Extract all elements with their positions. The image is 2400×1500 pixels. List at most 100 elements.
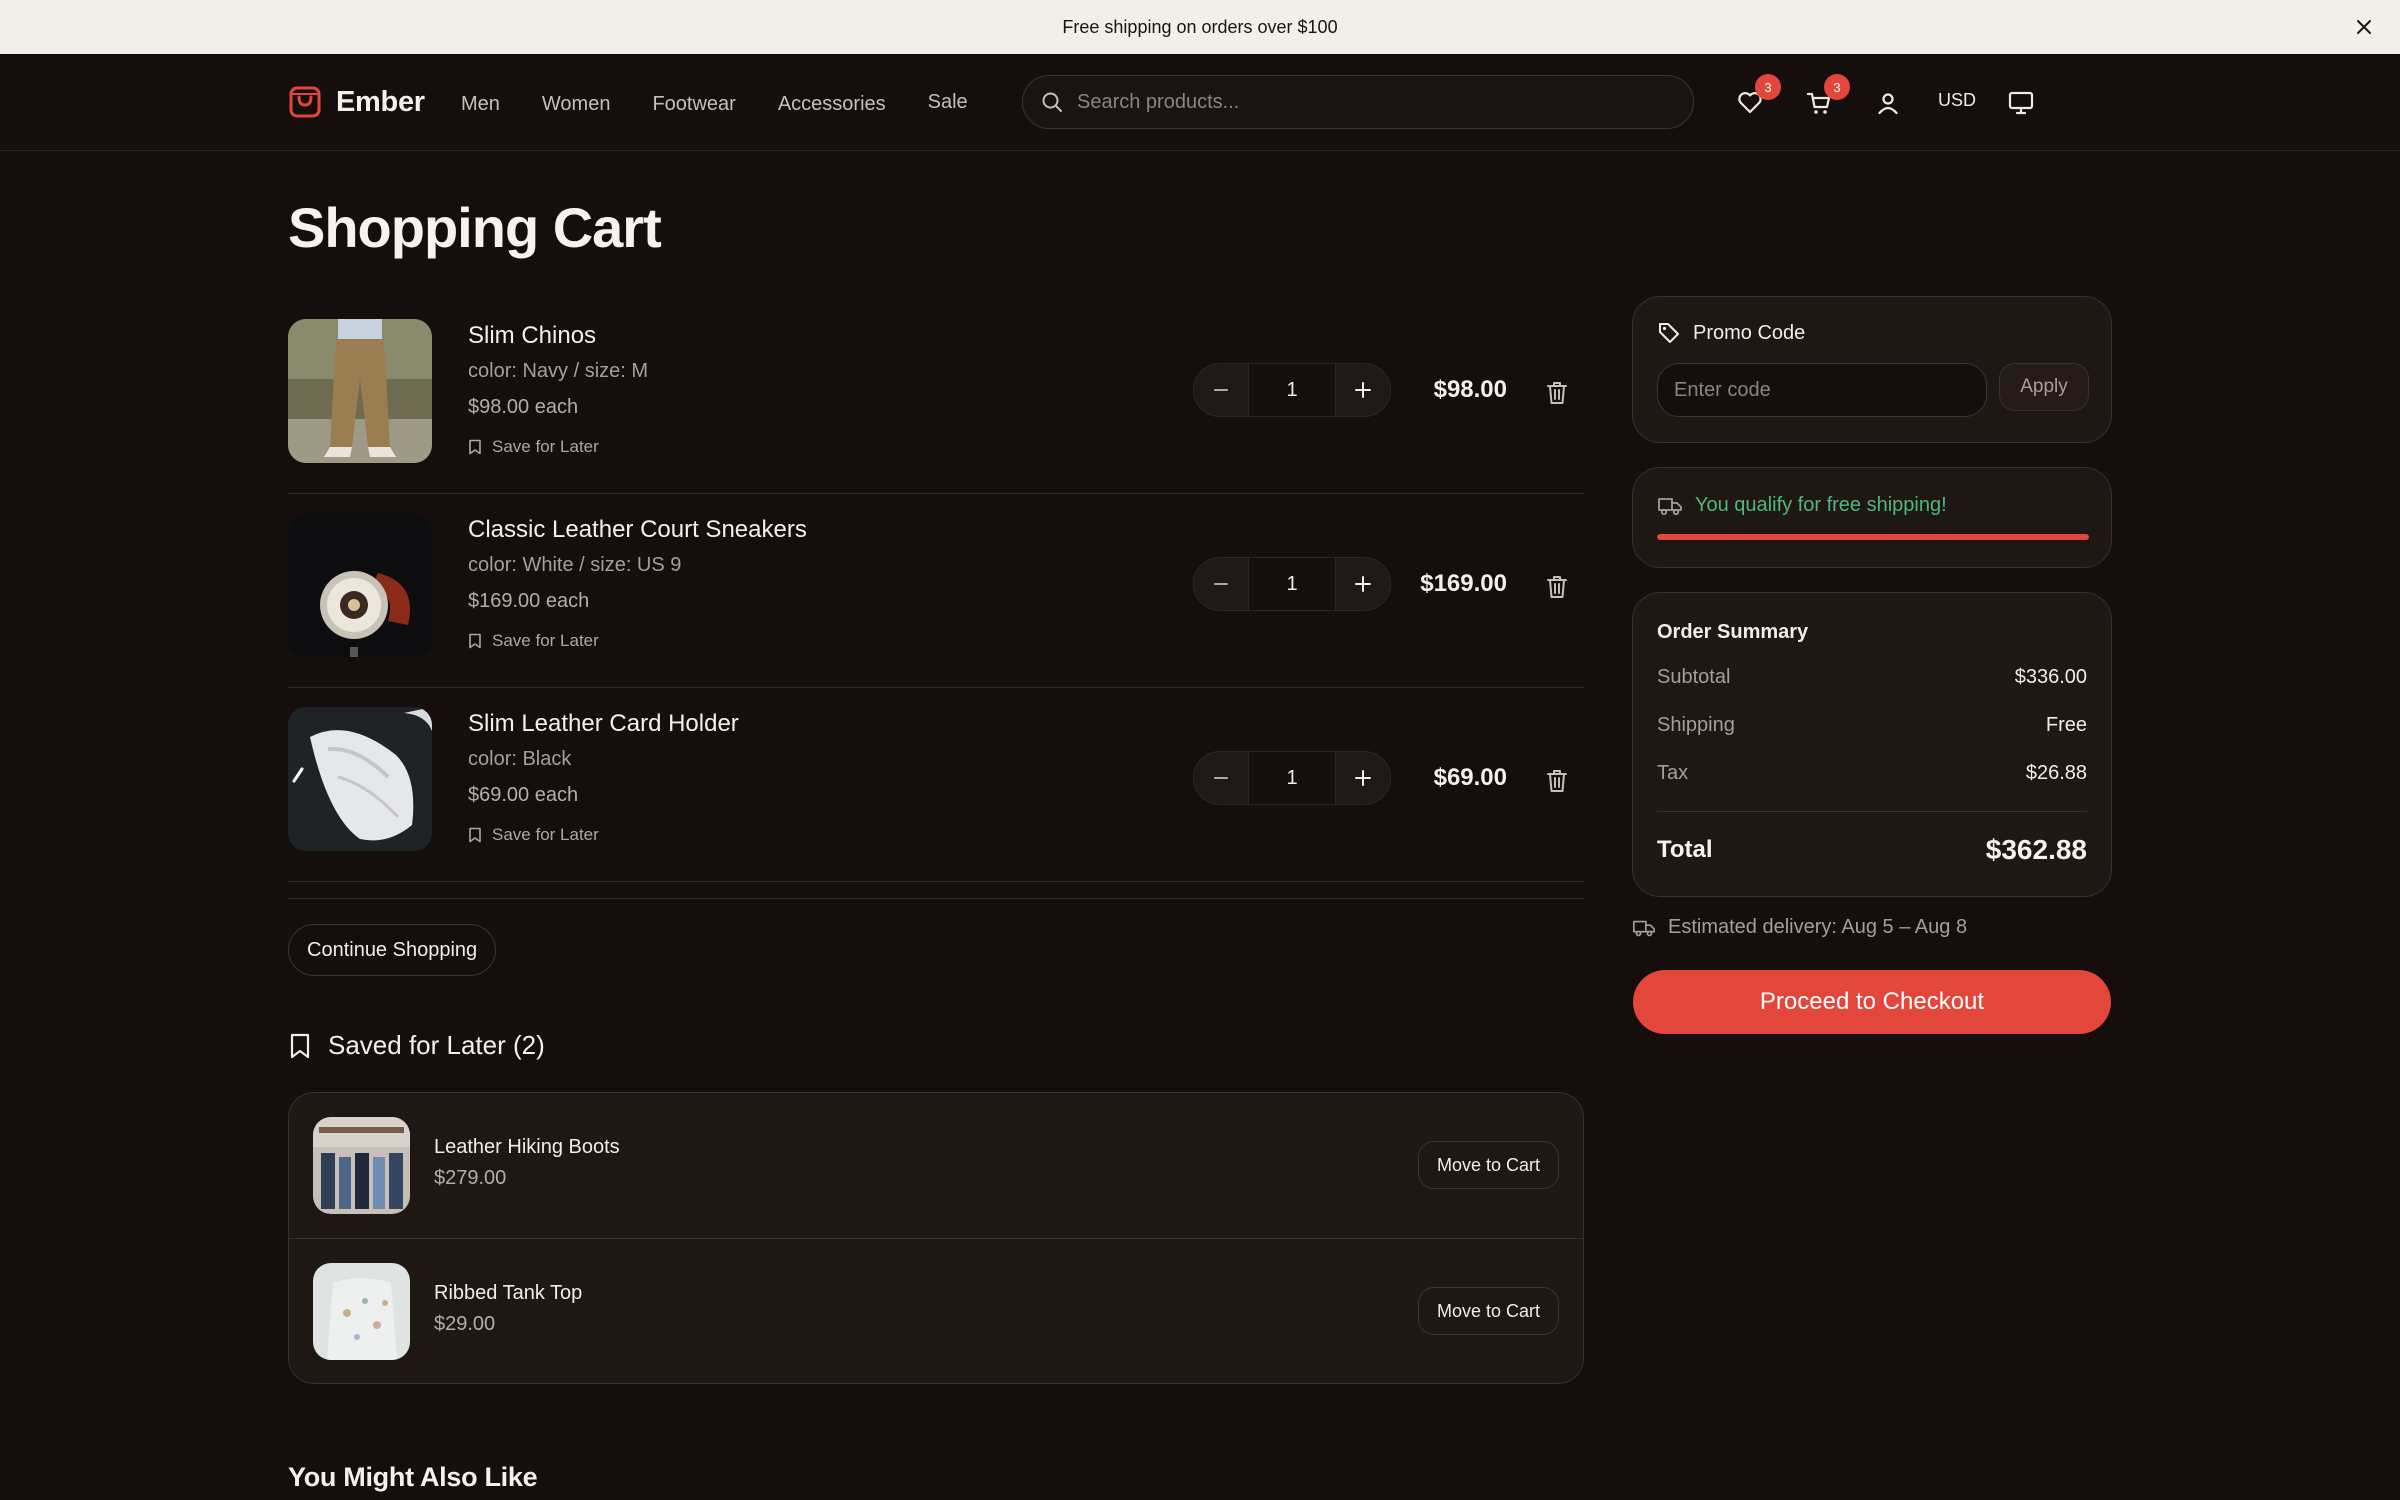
cart-button[interactable]: 3	[1802, 74, 1850, 120]
product-image[interactable]	[288, 513, 432, 657]
wishlist-count-badge: 3	[1755, 74, 1781, 100]
product-image[interactable]	[313, 1117, 410, 1214]
unit-price: $98.00 each	[468, 396, 579, 418]
product-image[interactable]	[288, 707, 432, 851]
quantity-stepper: 1	[1193, 557, 1391, 611]
increase-quantity-button[interactable]	[1335, 363, 1391, 417]
quantity-stepper: 1	[1193, 363, 1391, 417]
nav-item-footwear[interactable]: Footwear	[652, 88, 735, 120]
product-variant: color: White / size: US 9	[468, 554, 682, 576]
promo-code-input[interactable]	[1657, 363, 1987, 417]
tag-icon	[1657, 321, 1681, 345]
product-name[interactable]: Classic Leather Court Sneakers	[468, 516, 807, 544]
save-for-later-label: Save for Later	[492, 631, 599, 650]
unit-price: $69.00 each	[468, 784, 579, 806]
product-image[interactable]	[313, 1263, 410, 1360]
trash-icon	[1543, 573, 1571, 601]
summary-divider	[1657, 811, 2087, 812]
order-summary-title: Order Summary	[1657, 621, 1809, 643]
saved-item-price: $29.00	[434, 1313, 496, 1335]
minus-icon	[1213, 770, 1229, 786]
close-icon[interactable]	[2352, 15, 2376, 39]
cart-list: Slim Chinos color: Navy / size: M $98.00…	[288, 300, 1584, 882]
move-to-cart-button[interactable]: Move to Cart	[1417, 1141, 1559, 1189]
product-name[interactable]: Slim Leather Card Holder	[468, 710, 739, 738]
quantity-value[interactable]: 1	[1249, 557, 1335, 611]
saved-item-name[interactable]: Ribbed Tank Top	[434, 1282, 582, 1305]
save-for-later-button[interactable]: Save for Later	[468, 437, 599, 457]
logo[interactable]: Ember	[288, 84, 425, 120]
user-icon	[1876, 91, 1900, 115]
move-to-cart-button[interactable]: Move to Cart	[1417, 1287, 1559, 1335]
announcement-bar: Free shipping on orders over $100	[0, 0, 2400, 54]
save-for-later-button[interactable]: Save for Later	[468, 825, 599, 845]
minus-icon	[1213, 382, 1229, 398]
saved-item: Ribbed Tank Top $29.00 Move to Cart	[289, 1238, 1583, 1383]
truck-icon	[1632, 918, 1656, 938]
line-total: $169.00	[1420, 570, 1507, 597]
bookmark-icon	[468, 827, 482, 843]
tax-label: Tax	[1657, 762, 1689, 784]
wishlist-button[interactable]: 3	[1733, 74, 1781, 120]
cart-item: Slim Leather Card Holder color: Black $6…	[288, 688, 1584, 882]
decrease-quantity-button[interactable]	[1193, 751, 1249, 805]
decrease-quantity-button[interactable]	[1193, 363, 1249, 417]
save-for-later-button[interactable]: Save for Later	[468, 631, 599, 651]
shipping-label: Shipping	[1657, 714, 1735, 736]
page-title: Shopping Cart	[288, 196, 662, 259]
quantity-value[interactable]: 1	[1249, 363, 1335, 417]
order-summary-card: Order Summary Subtotal $336.00 Shipping …	[1632, 592, 2112, 897]
increase-quantity-button[interactable]	[1335, 557, 1391, 611]
display-toggle-button[interactable]	[2004, 86, 2038, 120]
saved-item-name[interactable]: Leather Hiking Boots	[434, 1136, 620, 1159]
promo-code-card: Promo Code Apply	[1632, 296, 2112, 443]
continue-shopping-button[interactable]: Continue Shopping	[288, 924, 497, 976]
increase-quantity-button[interactable]	[1335, 751, 1391, 805]
cart-item: Classic Leather Court Sneakers color: Wh…	[288, 494, 1584, 688]
product-name[interactable]: Slim Chinos	[468, 322, 596, 350]
decrease-quantity-button[interactable]	[1193, 557, 1249, 611]
shipping-value: Free	[2045, 714, 2087, 736]
shopping-bag-icon	[288, 84, 322, 120]
search-input[interactable]	[1077, 90, 1677, 114]
remove-item-button[interactable]	[1543, 767, 1571, 795]
remove-item-button[interactable]	[1543, 379, 1571, 407]
save-for-later-label: Save for Later	[492, 825, 599, 844]
free-shipping-text: You qualify for free shipping!	[1695, 494, 1947, 516]
remove-item-button[interactable]	[1543, 573, 1571, 601]
shipping-progress-bar	[1657, 534, 2089, 540]
announcement-text: Free shipping on orders over $100	[1062, 16, 1338, 37]
tax-row: Tax $26.88	[1657, 762, 2087, 785]
cart-item: Slim Chinos color: Navy / size: M $98.00…	[288, 300, 1584, 494]
quantity-value[interactable]: 1	[1249, 751, 1335, 805]
logo-text: Ember	[336, 85, 425, 118]
saved-for-later-title: Saved for Later (2)	[328, 1030, 545, 1060]
currency-selector[interactable]: USD	[1938, 90, 1976, 111]
unit-price: $169.00 each	[468, 590, 590, 612]
trash-icon	[1543, 379, 1571, 407]
subtotal-value: $336.00	[2014, 666, 2087, 688]
bookmark-icon	[288, 1032, 312, 1060]
nav-item-accessories[interactable]: Accessories	[778, 88, 886, 120]
tax-value: $26.88	[2025, 762, 2087, 784]
estimated-delivery-text: Estimated delivery: Aug 5 – Aug 8	[1668, 916, 1968, 938]
recommendations-title: You Might Also Like	[288, 1462, 538, 1492]
free-shipping-card: You qualify for free shipping!	[1632, 467, 2112, 568]
saved-for-later-list: Leather Hiking Boots $279.00 Move to Car…	[288, 1092, 1584, 1384]
plus-icon	[1354, 381, 1372, 399]
line-total: $69.00	[1433, 764, 1507, 791]
main-nav: Men Women Footwear Accessories Sale	[461, 88, 1010, 120]
account-button[interactable]	[1871, 86, 1905, 120]
apply-promo-button[interactable]: Apply	[1999, 363, 2089, 411]
proceed-to-checkout-button[interactable]: Proceed to Checkout	[1633, 970, 2111, 1034]
nav-item-sale[interactable]: Sale	[928, 86, 968, 118]
product-image[interactable]	[288, 319, 432, 463]
product-variant: color: Navy / size: M	[468, 360, 649, 382]
total-label: Total	[1657, 836, 1713, 863]
nav-item-men[interactable]: Men	[461, 88, 500, 120]
shipping-row: Shipping Free	[1657, 714, 2087, 737]
minus-icon	[1213, 576, 1229, 592]
nav-item-women[interactable]: Women	[542, 88, 611, 120]
promo-title: Promo Code	[1657, 321, 1805, 345]
saved-item: Leather Hiking Boots $279.00 Move to Car…	[289, 1093, 1583, 1238]
